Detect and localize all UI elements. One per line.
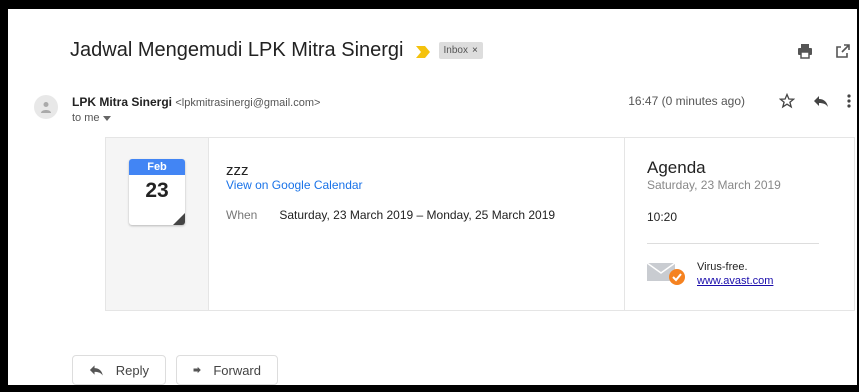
reply-icon[interactable]: [813, 94, 829, 108]
agenda-panel: Agenda Saturday, 23 March 2019 10:20 Vir…: [624, 138, 855, 310]
view-on-google-calendar-link[interactable]: View on Google Calendar: [226, 178, 363, 192]
reply-icon: [89, 365, 103, 376]
print-icon[interactable]: [797, 43, 813, 59]
more-vert-icon[interactable]: [847, 93, 851, 109]
forward-button[interactable]: Forward: [176, 355, 278, 385]
remove-label-icon[interactable]: ×: [472, 45, 478, 56]
calendar-month: Feb: [129, 159, 185, 175]
divider: [647, 243, 819, 244]
calendar-date-icon: Feb 23: [129, 159, 185, 225]
avast-link[interactable]: www.avast.com: [697, 274, 773, 288]
forward-icon: [193, 366, 201, 374]
open-in-new-window-icon[interactable]: [835, 43, 851, 59]
email-view: Jadwal Mengemudi LPK Mitra Sinergi Inbox…: [8, 9, 857, 385]
sender-email: <lpkmitrasinergi@gmail.com>: [175, 97, 321, 109]
important-marker-icon[interactable]: [415, 45, 430, 58]
avast-mail-icon: [647, 262, 685, 285]
reply-button[interactable]: Reply: [72, 355, 166, 385]
when-value: Saturday, 23 March 2019 – Monday, 25 Mar…: [279, 208, 556, 222]
sender-avatar[interactable]: [34, 95, 58, 119]
calendar-invite-card: Feb 23 zzz View on Google Calendar When …: [105, 137, 855, 311]
page-fold-icon: [173, 213, 185, 225]
calendar-day: 23: [145, 179, 169, 202]
agenda-title: Agenda: [647, 158, 706, 177]
virus-free-label: Virus-free.: [697, 261, 748, 273]
inbox-label-text: Inbox: [443, 45, 468, 56]
when-row: When Saturday, 23 March 2019 – Monday, 2…: [226, 208, 555, 222]
event-title: zzz: [226, 162, 249, 179]
sender-name[interactable]: LPK Mitra Sinergi: [72, 95, 172, 109]
message-meta: 16:47 (0 minutes ago): [628, 93, 851, 109]
avast-signature: Virus-free. www.avast.com: [647, 260, 773, 288]
chevron-down-icon: [102, 115, 111, 121]
calendar-date-column: Feb 23: [106, 138, 209, 310]
sender-line: LPK Mitra Sinergi <lpkmitrasinergi@gmail…: [72, 95, 320, 109]
top-actions: [797, 43, 851, 59]
timestamp: 16:47 (0 minutes ago): [628, 94, 745, 108]
inbox-label-chip: Inbox ×: [438, 42, 483, 59]
subject-row: Jadwal Mengemudi LPK Mitra Sinergi Inbox…: [70, 39, 483, 62]
event-details: zzz View on Google Calendar When Saturda…: [226, 138, 616, 310]
when-label: When: [226, 208, 258, 222]
forward-label: Forward: [213, 362, 261, 378]
star-icon[interactable]: [779, 93, 795, 109]
recipient-details-toggle[interactable]: to me: [72, 112, 111, 124]
person-icon: [41, 102, 51, 113]
reply-label: Reply: [115, 362, 149, 378]
agenda-date: Saturday, 23 March 2019: [647, 178, 781, 192]
agenda-time: 10:20: [647, 210, 678, 224]
recipient-text: to me: [72, 112, 100, 124]
email-subject: Jadwal Mengemudi LPK Mitra Sinergi: [70, 39, 404, 61]
